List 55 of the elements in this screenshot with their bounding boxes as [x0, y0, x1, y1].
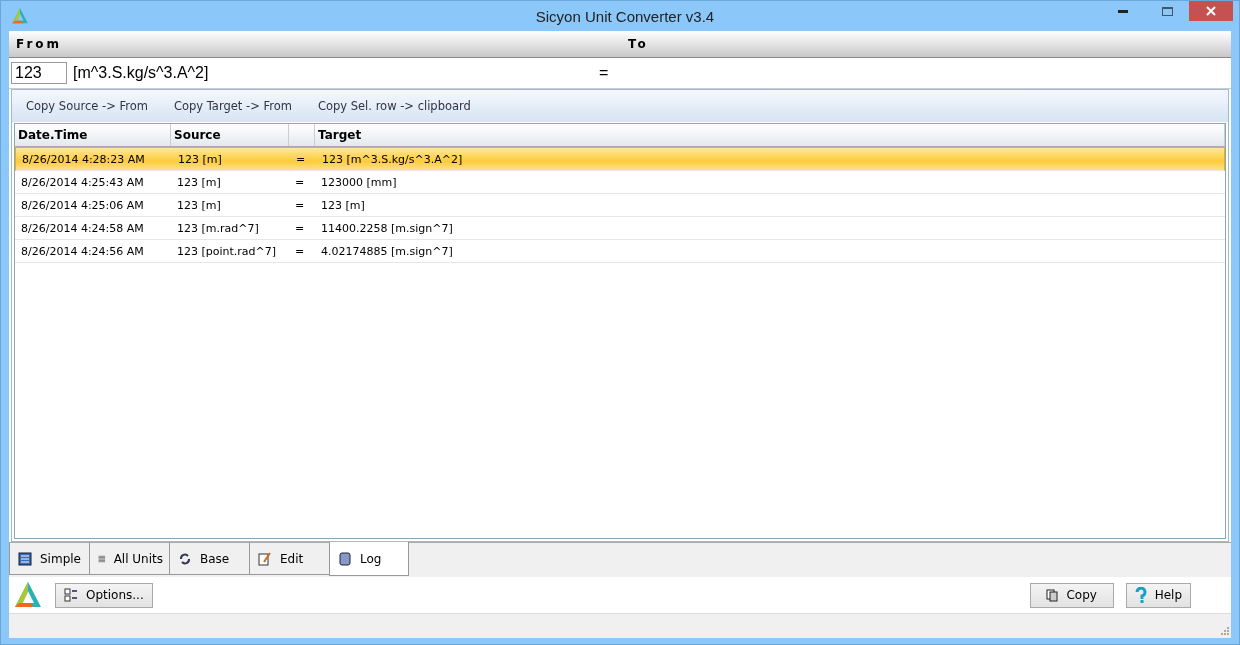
cycle-arrows-icon — [178, 551, 192, 566]
close-icon — [1206, 6, 1216, 16]
to-label: To — [628, 37, 650, 51]
table-cell-text: 8/26/2014 4:24:58 AM — [20, 221, 145, 235]
table-cell-text: = — [294, 221, 306, 235]
copy-icon — [1046, 588, 1059, 602]
table-cell-text: = — [295, 152, 307, 166]
tab[interactable]: All Units — [89, 543, 169, 575]
maximize-icon — [1161, 6, 1173, 16]
tab[interactable]: Log — [329, 542, 409, 576]
tab[interactable]: Base — [169, 543, 249, 575]
table-cell-text: 4.02174885 [m.sign^7] — [320, 244, 454, 258]
table-cell-text: 123 [m^3.S.kg/s^3.A^2] — [321, 152, 464, 166]
table-cell-text: 8/26/2014 4:24:56 AM — [20, 244, 145, 258]
column-header[interactable]: Target — [315, 124, 1225, 146]
tab[interactable]: Simple — [9, 543, 89, 575]
pencil-page-icon — [258, 551, 272, 566]
table-cell-text: 123 [m.rad^7] — [176, 221, 260, 235]
help-button[interactable]: Help — [1125, 582, 1191, 608]
table-cell-text: 8/26/2014 4:28:23 AM — [21, 152, 146, 166]
checklist-icon — [64, 588, 78, 602]
options-button[interactable]: Options... — [55, 582, 153, 608]
table-cell-text: 123 [m] — [177, 152, 223, 166]
list-icon — [18, 551, 32, 566]
from-label: From — [15, 37, 64, 51]
minimize-icon — [1118, 9, 1128, 13]
toolbar-button[interactable]: Copy Target -> From — [173, 99, 292, 113]
column-header[interactable]: Date.Time — [15, 124, 171, 146]
table-cell-text: 123 [m] — [320, 198, 366, 212]
triangle-logo-icon — [11, 7, 29, 25]
toolbar-button[interactable]: Copy Source -> From — [26, 99, 148, 113]
triangle-logo-icon — [13, 580, 43, 610]
close-button[interactable] — [1189, 1, 1233, 21]
table-cell-text: 123 [m] — [176, 198, 222, 212]
unit-text: [m^3.S.kg/s^3.A^2] — [73, 64, 210, 82]
table-cell-text: = — [294, 175, 306, 189]
resize-grip-icon — [1220, 626, 1229, 635]
value-input[interactable]: 123 — [11, 62, 67, 84]
question-mark-icon — [1134, 587, 1147, 603]
table-cell-text: 123 [m] — [176, 175, 222, 189]
scroll-icon — [338, 551, 352, 566]
table-cell-text: 123000 [mm] — [320, 175, 398, 189]
table-cell-text: = — [294, 198, 306, 212]
equals-sign: = — [599, 64, 609, 82]
table-cell-text: 11400.2258 [m.sign^7] — [320, 221, 454, 235]
table-cell-text: 8/26/2014 4:25:06 AM — [20, 198, 145, 212]
copy-button[interactable]: Copy — [1029, 582, 1114, 608]
table-cell-text: = — [294, 244, 306, 258]
column-header[interactable]: Source — [171, 124, 289, 146]
tab[interactable]: Edit — [249, 543, 329, 575]
toolbar-button[interactable]: Copy Sel. row -> clipboard — [317, 99, 471, 113]
table-cell-text: 8/26/2014 4:25:43 AM — [20, 175, 145, 189]
log-row[interactable]: 8/26/2014 4:28:23 AM 123 [m] = 123 [m^3.S.kg/s^3.A^2] — [15, 147, 1225, 171]
window-title: Sicyon Unit Converter v3.4 — [534, 7, 716, 25]
table-cell-text: 123 [point.rad^7] — [176, 244, 278, 258]
